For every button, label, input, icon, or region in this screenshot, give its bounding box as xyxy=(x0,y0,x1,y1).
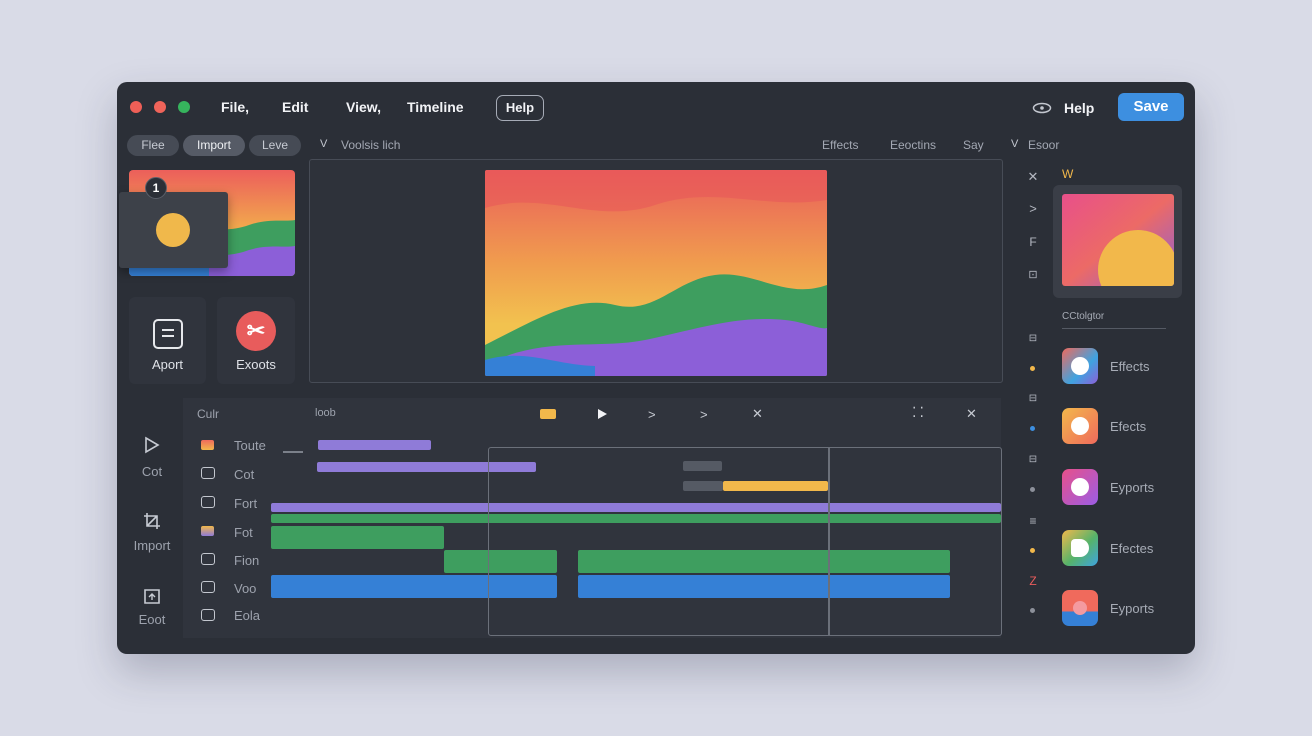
play-outline-icon[interactable] xyxy=(143,436,161,459)
track-label-eola[interactable]: Eola xyxy=(234,608,260,623)
tile-exoots-label: Exoots xyxy=(236,357,276,372)
inspector-section-title: CCtolgtor xyxy=(1062,311,1105,322)
menu-view[interactable]: View, xyxy=(346,99,381,115)
track-lock-icon xyxy=(201,609,215,621)
track-color-icon xyxy=(201,526,214,536)
tile-aport[interactable]: Aport xyxy=(129,297,206,384)
effect-label[interactable]: Eyports xyxy=(1110,601,1154,616)
list-icon[interactable]: ⊟ xyxy=(1027,454,1039,465)
selection-badge: 1 xyxy=(145,177,167,199)
effect-thumb[interactable] xyxy=(1062,469,1098,505)
breadcrumb: Voolsis lich xyxy=(341,138,401,152)
inspector-preview-card[interactable] xyxy=(1053,185,1182,298)
tab-say[interactable]: Say xyxy=(963,138,984,152)
side-tool-eoot[interactable]: Eoot xyxy=(129,612,175,627)
save-button[interactable]: Save xyxy=(1118,93,1184,121)
preview-frame[interactable] xyxy=(485,170,827,376)
track-label-fort[interactable]: Fort xyxy=(234,496,257,511)
menu-timeline[interactable]: Timeline xyxy=(407,99,464,115)
tile-exoots[interactable]: ✂ Exoots xyxy=(217,297,295,384)
effect-label[interactable]: Effects xyxy=(1110,359,1150,374)
inspector-divider xyxy=(1062,328,1166,329)
maximize-window-button[interactable] xyxy=(178,101,190,113)
filter-chevron-icon[interactable]: V xyxy=(1011,138,1018,150)
timeline-close-icon[interactable]: ✕ xyxy=(966,406,977,422)
status-dot xyxy=(1030,608,1035,613)
clip[interactable] xyxy=(271,526,444,549)
side-tool-import[interactable]: Import xyxy=(129,538,175,553)
status-dot xyxy=(1030,487,1035,492)
box-icon[interactable]: ⊡ xyxy=(1027,268,1039,281)
editor-window: File, Edit View, Timeline Help Help Save… xyxy=(117,82,1195,654)
export-icon[interactable] xyxy=(142,586,162,611)
close-icon[interactable]: ✕ xyxy=(1027,169,1039,185)
track-divider xyxy=(283,451,303,453)
document-icon xyxy=(153,319,183,349)
razor-icon[interactable]: ✕ xyxy=(752,406,763,422)
help-link[interactable]: Help xyxy=(1064,100,1094,116)
list-icon[interactable]: ⊟ xyxy=(1027,393,1039,404)
effect-thumb[interactable] xyxy=(1062,408,1098,444)
scissors-icon: ✂ xyxy=(236,311,276,351)
side-tool-cot[interactable]: Cot xyxy=(129,464,175,479)
close-window-button[interactable] xyxy=(130,101,142,113)
z-icon[interactable]: Z xyxy=(1027,574,1039,588)
f-icon[interactable]: F xyxy=(1027,235,1039,249)
menu-icon[interactable]: ≡ xyxy=(1027,514,1039,528)
minimize-window-button[interactable] xyxy=(154,101,166,113)
chevron-right-icon[interactable]: > xyxy=(1027,201,1039,216)
marker-icon[interactable] xyxy=(540,409,556,419)
play-icon[interactable] xyxy=(596,407,608,425)
effect-label[interactable]: Efects xyxy=(1110,419,1146,434)
track-minus-icon xyxy=(201,496,215,508)
track-label-fot[interactable]: Fot xyxy=(234,525,253,540)
selection-frame[interactable] xyxy=(488,447,1002,636)
menu-help[interactable]: Help xyxy=(496,95,544,121)
crop-icon[interactable] xyxy=(142,511,162,536)
menu-edit[interactable]: Edit xyxy=(282,99,308,115)
track-label-voo[interactable]: Voo xyxy=(234,581,256,596)
inspector-header: W xyxy=(1062,167,1074,181)
clip[interactable] xyxy=(318,440,431,450)
toolbar-pill-leve[interactable]: Leve xyxy=(249,135,301,156)
sun-icon xyxy=(156,213,190,247)
track-label-cot[interactable]: Cot xyxy=(234,467,254,482)
track-color-icon xyxy=(201,440,214,450)
playhead[interactable] xyxy=(828,448,830,635)
list-icon[interactable]: ⊟ xyxy=(1027,333,1039,344)
inspector-thumbnail xyxy=(1062,194,1174,286)
effect-label[interactable]: Efectes xyxy=(1110,541,1153,556)
eye-icon[interactable] xyxy=(1032,101,1052,119)
effect-thumb[interactable] xyxy=(1062,348,1098,384)
track-square-icon xyxy=(201,467,215,479)
timeline-header-left: Culr xyxy=(197,407,220,421)
toolbar-pill-file[interactable]: Flee xyxy=(127,135,179,156)
fast-forward-icon[interactable]: > xyxy=(700,407,708,422)
toolbar-pill-import[interactable]: Import xyxy=(183,135,245,156)
track-label-fion[interactable]: Fion xyxy=(234,553,259,568)
drag-preview[interactable] xyxy=(119,192,228,268)
track-label-toute[interactable]: Toute xyxy=(234,438,266,453)
inspector-search[interactable]: Esoor xyxy=(1028,138,1059,152)
menu-file[interactable]: File, xyxy=(221,99,249,115)
status-dot xyxy=(1030,366,1035,371)
side-toolbar: Cot Import Eoot xyxy=(129,398,175,638)
step-forward-icon[interactable]: > xyxy=(648,407,656,422)
timeline-header-mid: loob xyxy=(315,407,336,419)
more-icon[interactable]: ⁚⁚ xyxy=(912,404,927,421)
effect-label[interactable]: Eyports xyxy=(1110,480,1154,495)
tab-effects[interactable]: Effects xyxy=(822,138,858,152)
track-minus-icon xyxy=(201,581,215,593)
status-dot xyxy=(1030,548,1035,553)
status-dot xyxy=(1030,426,1035,431)
tile-aport-label: Aport xyxy=(151,357,184,372)
effect-thumb[interactable] xyxy=(1062,530,1098,566)
track-minus-icon xyxy=(201,553,215,565)
effect-thumb[interactable] xyxy=(1062,590,1098,626)
tab-eeoctins[interactable]: Eeoctins xyxy=(890,138,936,152)
chevron-down-icon[interactable]: V xyxy=(320,138,327,150)
